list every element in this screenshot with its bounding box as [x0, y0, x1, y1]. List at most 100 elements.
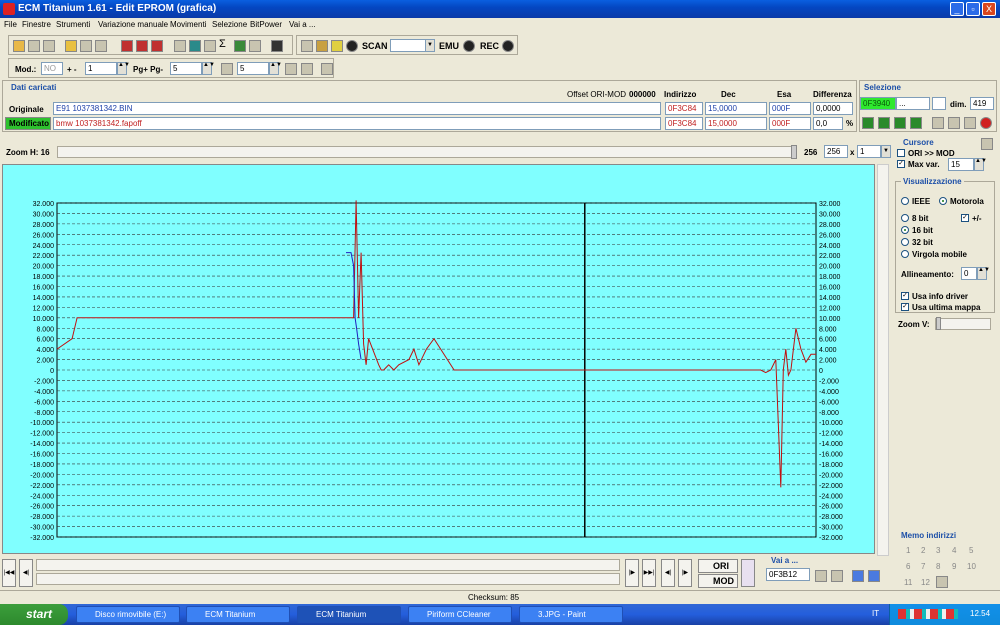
menu-file[interactable]: File [4, 20, 17, 29]
modificato-file[interactable]: bmw 1037381342.fapoff [53, 117, 661, 130]
marker-icon-2[interactable] [868, 570, 880, 582]
start-button[interactable]: start [0, 604, 68, 625]
chart-area[interactable]: 32.000 32.000 30.000 30.000 28.000 28.000 26.0… [2, 164, 875, 554]
memo-2[interactable]: 2 [921, 546, 925, 555]
nav-first-button[interactable]: |◀◀ [2, 559, 16, 587]
pg-field[interactable]: 5 [170, 62, 202, 75]
copy-icon[interactable] [28, 40, 40, 52]
task-ecm-2[interactable]: ECM Titanium [297, 606, 401, 623]
emu-dot-icon[interactable] [463, 40, 475, 52]
power-icon[interactable] [980, 117, 992, 129]
save-icon[interactable] [80, 40, 92, 52]
rec-dot-icon[interactable] [502, 40, 514, 52]
zoomv-thumb[interactable] [936, 317, 941, 330]
memo-tool-icon[interactable] [936, 576, 948, 588]
sel-start-field[interactable]: 0F3940 [860, 97, 896, 110]
text-icon[interactable] [151, 40, 163, 52]
memo-1[interactable]: 1 [906, 546, 910, 555]
pg-stepper[interactable]: ▲▼ [202, 62, 215, 75]
usa-driver-checkbox[interactable]: ✓ [901, 292, 909, 300]
sel-icon-2[interactable] [878, 117, 890, 129]
ori-hscroll[interactable] [36, 559, 620, 571]
dim-field[interactable]: 419 [970, 97, 994, 110]
t-field[interactable]: 5 [237, 62, 269, 75]
goto-icon-2[interactable] [831, 570, 843, 582]
mod-button[interactable]: MOD [698, 574, 738, 588]
step-stepper[interactable]: ▲▼ [117, 62, 130, 75]
mod-field[interactable]: NO [41, 62, 63, 75]
motorola-radio[interactable] [939, 197, 947, 205]
virgola-radio[interactable] [901, 250, 909, 258]
lock-icon[interactable] [316, 40, 328, 52]
task-ccleaner[interactable]: Piriform CCleaner [408, 606, 512, 623]
max-var-field[interactable]: 15 [948, 158, 974, 171]
3d-icon[interactable] [249, 40, 261, 52]
modificato-esa[interactable]: 000F [769, 117, 811, 130]
t-icon[interactable] [221, 63, 233, 75]
flag-icon[interactable] [741, 559, 755, 587]
zoom-v2-field[interactable]: 256 [824, 145, 848, 158]
tool-b-icon[interactable] [301, 63, 313, 75]
sel-icon-7[interactable] [964, 117, 976, 129]
8bit-radio[interactable] [901, 214, 909, 222]
modificato-diff[interactable]: 0,0 [813, 117, 843, 130]
menu-variazione[interactable]: Variazione manuale [98, 20, 168, 29]
memo-3[interactable]: 3 [936, 546, 940, 555]
allineamento-field[interactable]: 0 [961, 267, 977, 280]
scan-dot-icon[interactable] [346, 40, 358, 52]
tray-icons[interactable] [898, 609, 958, 619]
tool-c-icon[interactable] [321, 63, 333, 75]
zoom-dropdown[interactable]: ▼ [881, 145, 891, 158]
menu-strumenti[interactable]: Strumenti [56, 20, 90, 29]
map-icon[interactable] [189, 40, 201, 52]
person-icon[interactable] [331, 40, 343, 52]
sum-icon[interactable]: Σ [219, 38, 231, 50]
signed-checkbox[interactable]: ✓ [961, 214, 969, 222]
task-disco[interactable]: Disco rimovibile (E:) [76, 606, 180, 623]
modificato-addr[interactable]: 0F3C84 [665, 117, 703, 130]
sel-icon-3[interactable] [894, 117, 906, 129]
16bit-radio[interactable] [901, 226, 909, 234]
nav-next-diff-button[interactable]: |▶ [678, 559, 692, 587]
sel-icon-1[interactable] [862, 117, 874, 129]
transfer-icon[interactable] [301, 40, 313, 52]
step-field[interactable]: 1 [85, 62, 117, 75]
tool-a-icon[interactable] [285, 63, 297, 75]
menu-vai-a[interactable]: Vai a ... [289, 20, 316, 29]
scan-select[interactable] [390, 39, 426, 52]
t-stepper[interactable]: ▲▼ [269, 62, 282, 75]
graph-icon[interactable] [234, 40, 246, 52]
menu-selezione[interactable]: Selezione [212, 20, 247, 29]
originale-addr[interactable]: 0F3C84 [665, 102, 703, 115]
goto-icon-1[interactable] [815, 570, 827, 582]
ieee-radio[interactable] [901, 197, 909, 205]
search-icon[interactable] [174, 40, 186, 52]
memo-7[interactable]: 7 [921, 562, 925, 571]
lock-icon-small[interactable] [981, 138, 993, 150]
vai-field[interactable]: 0F3B12 [766, 568, 810, 581]
sel-extra-field[interactable] [932, 97, 946, 110]
nav-prev-button[interactable]: ◀| [19, 559, 33, 587]
sel-icon-4[interactable] [910, 117, 922, 129]
memo-6[interactable]: 6 [906, 562, 910, 571]
mod-hscroll[interactable] [36, 573, 620, 585]
menu-finestre[interactable]: Finestre [22, 20, 51, 29]
home-icon[interactable] [13, 40, 25, 52]
open-icon[interactable] [65, 40, 77, 52]
max-var-checkbox[interactable]: ✓ [897, 160, 905, 168]
originale-file[interactable]: E91 1037381342.BIN [53, 102, 661, 115]
menu-movimenti[interactable]: Movimenti [170, 20, 206, 29]
memo-10[interactable]: 10 [967, 562, 976, 571]
zoom-v3-field[interactable]: 1 [857, 145, 881, 158]
memo-11[interactable]: 11 [904, 578, 912, 587]
memo-8[interactable]: 8 [936, 562, 940, 571]
allineamento-stepper[interactable]: ▲▼ [977, 267, 990, 280]
originale-dec[interactable]: 15,0000 [705, 102, 767, 115]
originale-esa[interactable]: 000F [769, 102, 811, 115]
task-ecm-1[interactable]: ECM Titanium [186, 606, 290, 623]
sel-icon-6[interactable] [948, 117, 960, 129]
memo-4[interactable]: 4 [952, 546, 956, 555]
close-button[interactable]: X [982, 2, 996, 16]
check-icon[interactable] [121, 40, 133, 52]
paste-icon[interactable] [43, 40, 55, 52]
